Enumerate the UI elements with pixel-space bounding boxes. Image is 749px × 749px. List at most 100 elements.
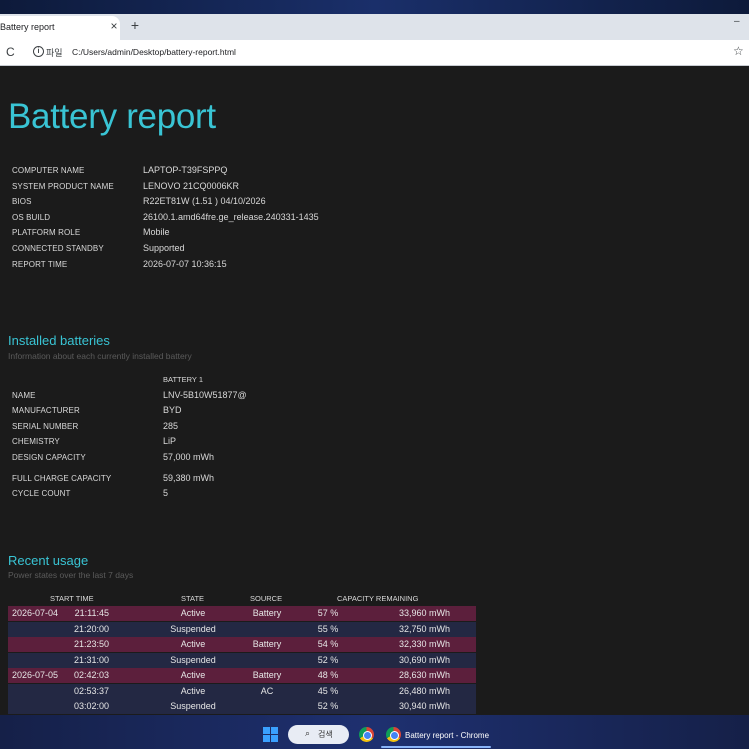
tab-title: Battery report [0, 22, 55, 32]
close-tab-icon[interactable]: × [108, 19, 120, 33]
report-page: Battery report COMPUTER NAME LAPTOP-T39F… [0, 67, 749, 715]
row-date: 2026-07-05 [12, 670, 59, 680]
report-time-value: 2026-07-07 10:36:15 [143, 259, 227, 269]
battery-value: 57,000 mWh [163, 452, 215, 462]
battery-value: 59,380 mWh [163, 473, 215, 483]
search-label: 검색 [318, 730, 333, 739]
site-info-icon[interactable]: i [33, 46, 44, 57]
row-date: 2026-07-04 [12, 608, 59, 618]
system-value: Mobile [143, 227, 170, 237]
row-state: Active [180, 639, 206, 649]
row-time: 21:11:45 [74, 608, 109, 618]
row-source: Battery [252, 639, 282, 649]
column-header-capacity: CAPACITY REMAINING [337, 594, 419, 603]
system-label: REPORT TIME [12, 260, 68, 269]
installed-batteries-subheading: Information about each currently install… [8, 351, 192, 361]
row-time: 21:20:00 [73, 624, 109, 634]
system-value: LENOVO 21CQ0006KR [143, 181, 240, 191]
address-bar: C i 파일 C:/Users/admin/Desktop/battery-re… [0, 40, 749, 66]
battery-label: CYCLE COUNT [12, 489, 71, 498]
row-mwh: 30,690 mWh [398, 655, 450, 665]
row-time: 21:31:00 [73, 655, 109, 665]
recent-usage-heading: Recent usage [8, 553, 89, 568]
row-percent: 54 % [317, 639, 339, 649]
battery-label: SERIAL NUMBER [12, 422, 79, 431]
new-tab-icon[interactable]: + [128, 17, 142, 33]
table-row: 21:20:00 Suspended 55 % 32,750 mWh [8, 622, 476, 637]
row-source: Battery [252, 608, 282, 618]
table-row: 03:02:00 Suspended 52 % 30,940 mWh [8, 699, 476, 714]
reload-icon[interactable]: C [6, 45, 15, 59]
row-mwh: 32,330 mWh [398, 639, 450, 649]
chrome-window-label[interactable]: Battery report - Chrome [405, 731, 489, 740]
system-label: COMPUTER NAME [12, 166, 85, 175]
chrome-window-icon[interactable] [386, 727, 401, 742]
row-mwh: 26,480 mWh [398, 686, 450, 696]
windows-taskbar: ⌕ 검색 Battery report - Chrome [0, 715, 749, 749]
column-header-source: SOURCE [250, 594, 283, 603]
system-label: CONNECTED STANDBY [12, 244, 104, 253]
system-value: 26100.1.amd64fre.ge_release.240331-1435 [143, 212, 319, 222]
chrome-pinned-icon[interactable] [359, 727, 374, 742]
battery-label: CHEMISTRY [12, 437, 60, 446]
battery-value: 5 [163, 488, 169, 498]
row-mwh: 33,960 mWh [398, 608, 450, 618]
row-source: AC [260, 686, 274, 696]
row-state: Suspended [170, 701, 216, 711]
system-label: PLATFORM ROLE [12, 228, 81, 237]
row-mwh: 30,940 mWh [398, 701, 450, 711]
battery-label: NAME [12, 391, 36, 400]
row-state: Active [180, 686, 206, 696]
column-header-start-time: START TIME [50, 594, 94, 603]
row-time: 02:42:03 [73, 670, 109, 680]
battery-value: 285 [163, 421, 179, 431]
row-time: 03:02:00 [73, 701, 109, 711]
system-label: OS BUILD [12, 213, 51, 222]
recent-usage-subheading: Power states over the last 7 days [8, 570, 134, 580]
row-time: 21:23:50 [73, 639, 109, 649]
tab-battery-report[interactable]: Battery report × [0, 16, 120, 40]
minimize-icon[interactable]: – [734, 16, 740, 27]
table-row: 21:31:00 Suspended 52 % 30,690 mWh [8, 653, 476, 668]
battery-label: FULL CHARGE CAPACITY [12, 474, 112, 483]
row-percent: 52 % [317, 655, 339, 665]
bookmark-star-icon[interactable]: ☆ [733, 44, 744, 58]
file-chip[interactable]: 파일 [46, 46, 63, 59]
battery-value: LNV-5B10W51877@ [163, 390, 247, 400]
system-value: R22ET81W (1.51 ) 04/10/2026 [143, 196, 266, 206]
system-value: LAPTOP-T39FSPPQ [143, 165, 228, 175]
row-percent: 57 % [317, 608, 339, 618]
row-time: 02:53:37 [73, 686, 109, 696]
row-percent: 48 % [317, 670, 339, 680]
table-row: 21:23:50 Active Battery 54 % 32,330 mWh [8, 637, 476, 652]
row-source: Battery [252, 670, 282, 680]
system-label: SYSTEM PRODUCT NAME [12, 182, 114, 191]
battery-value: BYD [163, 405, 182, 415]
table-row: 2026-07-05 02:42:03 Active Battery 48 % … [8, 668, 476, 683]
page-title: Battery report [8, 97, 216, 136]
windows-start-icon[interactable] [263, 727, 278, 742]
row-mwh: 32,750 mWh [398, 624, 450, 634]
row-state: Suspended [170, 655, 216, 665]
row-state: Active [180, 670, 206, 680]
battery-label: DESIGN CAPACITY [12, 453, 86, 462]
table-row: 02:53:37 Active AC 45 % 26,480 mWh [8, 684, 476, 699]
row-mwh: 28,630 mWh [398, 670, 450, 680]
row-percent: 55 % [317, 624, 339, 634]
system-value: Supported [143, 243, 185, 253]
row-state: Active [180, 608, 206, 618]
table-row: 2026-07-04 21:11:45 Active Battery 57 % … [8, 606, 476, 621]
row-percent: 45 % [317, 686, 339, 696]
row-percent: 52 % [317, 701, 339, 711]
taskbar-search-box[interactable]: ⌕ 검색 [288, 725, 349, 744]
browser-tab-strip: Battery report × + – [0, 14, 749, 40]
battery-label: MANUFACTURER [12, 406, 80, 415]
installed-batteries-heading: Installed batteries [8, 333, 110, 348]
desktop-background [0, 0, 749, 14]
row-state: Suspended [170, 624, 216, 634]
active-window-indicator [381, 746, 491, 748]
url-field[interactable]: C:/Users/admin/Desktop/battery-report.ht… [72, 47, 236, 57]
system-label: BIOS [12, 197, 32, 206]
search-icon: ⌕ [305, 728, 311, 738]
column-header-state: STATE [181, 594, 205, 603]
